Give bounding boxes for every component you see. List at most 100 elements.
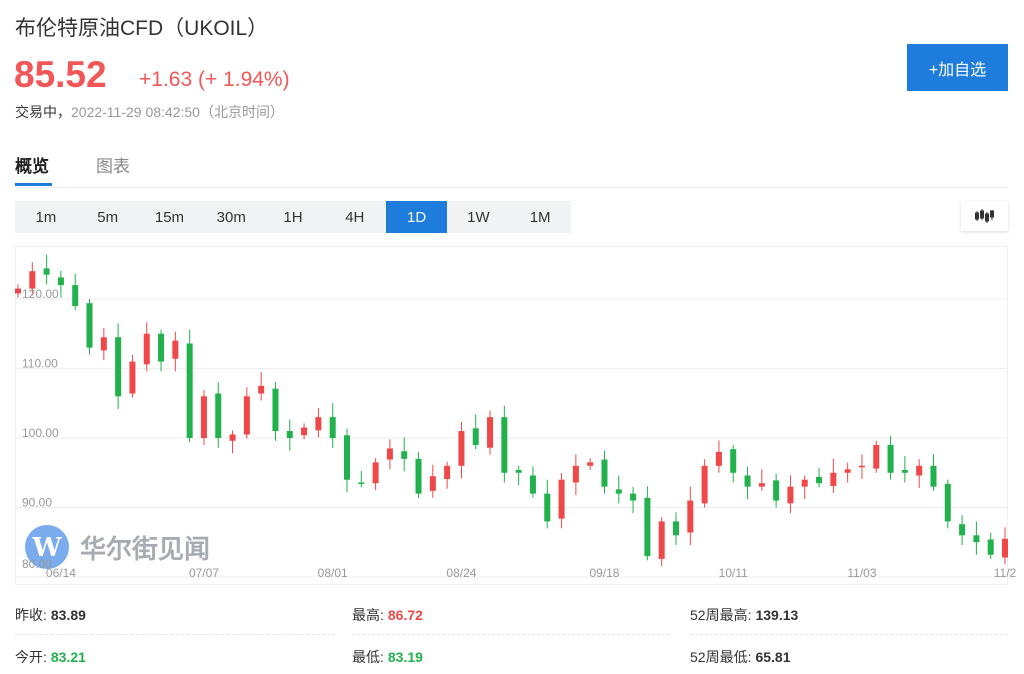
candle-body <box>358 482 365 484</box>
candle-down <box>644 486 651 561</box>
stat-value: 86.72 <box>387 607 423 623</box>
candle-body <box>758 483 765 487</box>
candle-up <box>715 440 722 473</box>
candle-body <box>372 462 379 484</box>
candle-body <box>200 396 207 438</box>
candle-down <box>816 467 823 488</box>
candle-body <box>444 465 451 480</box>
candle-body <box>72 285 79 306</box>
candle-body <box>816 476 823 484</box>
candle-down <box>901 456 908 483</box>
candle-body <box>715 451 722 466</box>
candle-body <box>329 417 336 438</box>
stat-open: 今开: 83.21 <box>15 647 86 667</box>
divider <box>352 634 670 635</box>
candle-up <box>15 284 21 298</box>
candle-body <box>773 480 780 501</box>
y-tick-label: 120.00 <box>22 287 59 301</box>
candle-up <box>558 473 565 529</box>
watermark-text: 华尔街见闻 <box>80 534 210 565</box>
candle-body <box>429 476 436 491</box>
candle-down <box>615 475 622 504</box>
candlestick-chart[interactable]: W 华尔街见闻 120.00110.00100.0090.0080.0006/1… <box>0 0 1024 600</box>
candle-down <box>501 405 508 483</box>
candle-down <box>186 329 193 443</box>
candle-body <box>487 417 494 448</box>
candle-up <box>572 454 579 495</box>
candle-down <box>344 428 350 493</box>
candle-body <box>744 475 751 487</box>
stat-high: 最高: 86.72 <box>352 605 423 625</box>
candle-body <box>787 486 794 504</box>
stat-value: 139.13 <box>755 607 799 623</box>
candle-up <box>487 410 494 455</box>
candle-body <box>215 393 222 438</box>
candle-body <box>544 493 551 522</box>
candle-body <box>587 462 594 466</box>
stat-value: 83.19 <box>387 649 423 665</box>
candle-body <box>1002 538 1008 558</box>
stat-prev-close: 昨收: 83.89 <box>15 605 86 625</box>
candle-down <box>358 471 365 488</box>
candle-body <box>615 489 622 494</box>
stat-value: 83.21 <box>50 649 86 665</box>
candle-body <box>844 469 851 473</box>
candle-up <box>243 387 250 439</box>
x-tick-label: 07/07 <box>189 566 219 580</box>
stat-value: 83.89 <box>50 607 86 623</box>
candle-down <box>987 532 994 559</box>
candle-up <box>258 371 265 401</box>
candle-body <box>415 458 422 494</box>
candle-body <box>344 435 350 480</box>
candle-up <box>916 459 923 489</box>
candle-body <box>830 472 837 486</box>
candle-body <box>572 465 579 483</box>
candle-down <box>730 444 737 483</box>
candle-body <box>501 417 508 473</box>
candle-down <box>887 435 894 480</box>
candle-up <box>458 422 465 479</box>
candle-body <box>558 479 565 519</box>
candle-body <box>315 417 322 431</box>
candle-down <box>72 273 79 311</box>
candle-body <box>286 431 293 438</box>
candle-body <box>630 493 637 501</box>
candle-body <box>801 479 808 487</box>
stat-52w-low: 52周最低: 65.81 <box>690 647 791 667</box>
candle-down <box>673 512 679 546</box>
candle-body <box>601 459 608 487</box>
candle-body <box>258 385 265 394</box>
candle-body <box>959 524 966 536</box>
stat-52w-high: 52周最高: 139.13 <box>690 605 798 625</box>
candle-body <box>15 288 21 294</box>
candle-body <box>301 427 308 436</box>
candle-down <box>529 466 536 498</box>
candle-up <box>844 462 851 483</box>
candle-body <box>472 428 479 445</box>
x-tick-label: 08/24 <box>446 566 476 580</box>
y-tick-label: 90.00 <box>22 496 52 510</box>
candle-body <box>57 277 64 286</box>
watermark: W 华尔街见闻 <box>25 525 210 569</box>
divider <box>15 634 335 635</box>
stat-label: 最低: <box>352 649 384 665</box>
x-tick-label: 09/18 <box>589 566 619 580</box>
candle-body <box>172 340 179 359</box>
candle-down <box>57 270 64 298</box>
candle-body <box>115 337 122 397</box>
candle-up <box>701 459 708 508</box>
candle-body <box>873 444 880 469</box>
x-tick-label: 11/2 <box>994 566 1017 580</box>
candle-body <box>887 444 894 473</box>
x-tick-label: 10/11 <box>719 566 748 580</box>
candle-down <box>744 466 751 500</box>
candle-down <box>773 473 780 508</box>
candle-body <box>129 361 136 394</box>
candle-up <box>758 469 765 491</box>
candle-body <box>243 396 250 435</box>
candle-body <box>529 475 536 494</box>
candle-body <box>987 539 994 555</box>
candle-body <box>687 500 694 533</box>
candle-body <box>29 271 36 289</box>
candle-down <box>158 329 165 372</box>
